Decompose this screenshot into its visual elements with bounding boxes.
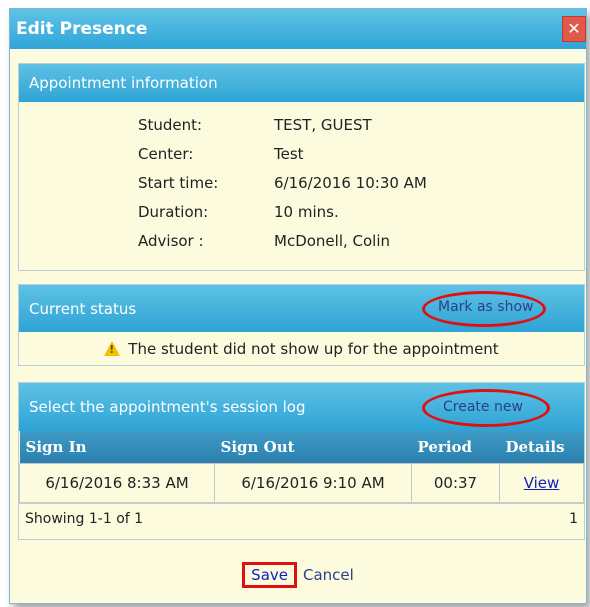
save-button[interactable]: Save [242,562,297,588]
dialog-titlebar: Edit Presence ✕ [10,9,586,49]
advisor-value: McDonell, Colin [274,231,391,250]
details-cell: View [499,463,584,503]
center-label: Center: [138,144,194,163]
column-header-period[interactable]: Period [411,431,500,464]
student-value: TEST, GUEST [274,115,372,134]
current-status-header: Current status Mark as show [19,285,584,332]
column-header-details[interactable]: Details [499,431,584,464]
warning-icon [104,341,121,356]
column-header-sign-in[interactable]: Sign In [19,431,215,464]
pager-text: Showing 1-1 of 1 [25,511,144,527]
create-new-link[interactable]: Create new [443,399,523,415]
advisor-label: Advisor : [138,231,204,250]
info-row-start-time: Start time: 6/16/2016 10:30 AM [138,168,584,197]
status-message: The student did not show up for the appo… [128,339,499,358]
session-log-section: Select the appointment's session log Cre… [18,382,585,540]
dialog-footer: Save Cancel [9,562,587,588]
page-number[interactable]: 1 [569,511,578,527]
table-header-row: Sign In Sign Out Period Details [19,431,584,464]
center-value: Test [274,144,304,163]
dialog-title: Edit Presence [16,19,148,39]
view-link[interactable]: View [524,474,560,492]
duration-label: Duration: [138,202,209,221]
student-label: Student: [138,115,203,134]
duration-value: 10 mins. [274,202,339,221]
sign-in-cell: 6/16/2016 8:33 AM [19,463,215,503]
start-time-label: Start time: [138,173,219,192]
session-log-title: Select the appointment's session log [29,398,306,416]
info-row-student: Student: TEST, GUEST [138,110,584,139]
column-header-sign-out[interactable]: Sign Out [214,431,412,464]
info-row-duration: Duration: 10 mins. [138,197,584,226]
current-status-section: Current status Mark as show The student … [18,284,585,366]
table-row[interactable]: 6/16/2016 8:33 AM 6/16/2016 9:10 AM 00:3… [19,463,584,503]
period-cell: 00:37 [411,463,500,503]
info-row-advisor: Advisor : McDonell, Colin [138,226,584,255]
mark-as-show-link[interactable]: Mark as show [438,299,533,315]
appointment-info-grid: Student: TEST, GUEST Center: Test Start … [19,102,584,255]
session-log-table: Sign In Sign Out Period Details 6/16/201… [19,431,584,503]
appointment-info-header: Appointment information [19,64,584,102]
start-time-value: 6/16/2016 10:30 AM [274,173,427,192]
cancel-button[interactable]: Cancel [303,562,354,588]
close-icon[interactable]: ✕ [562,16,586,42]
session-log-header: Select the appointment's session log Cre… [19,383,584,431]
status-message-row: The student did not show up for the appo… [19,332,584,365]
info-row-center: Center: Test [138,139,584,168]
appointment-info-title: Appointment information [29,74,218,92]
current-status-title: Current status [29,299,137,318]
appointment-info-section: Appointment information Student: TEST, G… [18,63,585,271]
sign-out-cell: 6/16/2016 9:10 AM [214,463,412,503]
pager: Showing 1-1 of 1 1 [19,503,584,534]
